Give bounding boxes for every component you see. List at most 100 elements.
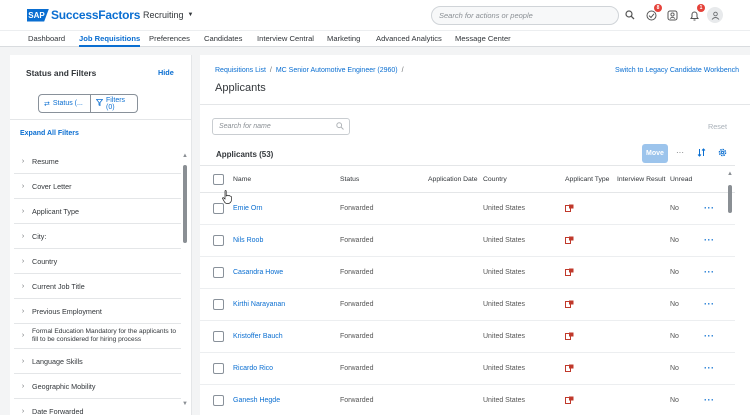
row-checkbox[interactable] (213, 235, 224, 246)
applicant-name-link[interactable]: Emie Orn (233, 205, 263, 212)
reset-button[interactable]: Reset (708, 122, 727, 131)
bell-icon[interactable]: 1 (688, 4, 705, 21)
move-button[interactable]: Move (642, 144, 668, 163)
filter-item-resume[interactable]: › Resume (14, 149, 181, 174)
filter-item-label: Language Skills (32, 356, 83, 366)
table-row[interactable]: Kristoffer Bauch Forwarded United States… (200, 321, 735, 353)
filter-item-applicant-type[interactable]: › Applicant Type (14, 199, 181, 224)
filter-item-current-job-title[interactable]: › Current Job Title (14, 274, 181, 299)
module-switcher[interactable]: Recruiting ▼ (143, 10, 193, 20)
name-search-input[interactable]: Search for name (212, 118, 350, 135)
table-row[interactable]: Ganesh Hegde Forwarded United States No … (200, 385, 735, 415)
person-icon (711, 11, 719, 20)
tab-message-center[interactable]: Message Center (455, 34, 511, 43)
row-checkbox[interactable] (213, 331, 224, 342)
global-search-input[interactable]: Search for actions or people (431, 6, 619, 25)
sort-icon[interactable] (697, 148, 706, 159)
tab-job-requisitions[interactable]: Job Requisitions (79, 34, 141, 47)
column-header-country[interactable]: Country (483, 176, 507, 183)
row-actions-icon[interactable]: ··· (704, 203, 715, 213)
people-icon[interactable] (666, 9, 678, 21)
applicant-status: Forwarded (340, 333, 374, 340)
applicant-country: United States (483, 237, 526, 244)
table-row[interactable]: Casandra Howe Forwarded United States No… (200, 257, 735, 289)
shell-header: SAP SuccessFactors Recruiting ▼ Search f… (0, 0, 750, 30)
filter-scrollbar[interactable]: ▲ ▼ (182, 153, 188, 415)
approvals-icon[interactable]: 8 (645, 4, 662, 21)
filter-item-previous-employment[interactable]: › Previous Employment (14, 299, 181, 324)
column-header-unread[interactable]: Unread (670, 176, 692, 183)
name-search-placeholder: Search for name (219, 123, 271, 130)
chevron-right-icon: › (21, 257, 25, 265)
status-toggle-button[interactable]: ⇄ Status (... (38, 94, 91, 113)
filter-item-formal-education[interactable]: › Formal Education Mandatory for the appl… (14, 324, 181, 349)
breadcrumb-separator: / (401, 67, 404, 74)
applicant-name-link[interactable]: Casandra Howe (233, 269, 283, 276)
external-applicant-icon (565, 300, 574, 308)
scroll-up-icon[interactable]: ▲ (182, 153, 188, 159)
scroll-down-icon[interactable]: ▼ (182, 401, 188, 407)
status-icon: ⇄ (44, 100, 50, 108)
external-applicant-icon (565, 236, 574, 244)
user-avatar[interactable] (707, 7, 723, 23)
applicant-country: United States (483, 365, 526, 372)
product-name: SuccessFactors (51, 8, 141, 22)
applicant-name-link[interactable]: Kristoffer Bauch (233, 333, 283, 340)
row-actions-icon[interactable]: ··· (704, 267, 715, 277)
company-logo[interactable]: SAP SuccessFactors (27, 8, 140, 22)
filter-item-city[interactable]: › City: (14, 224, 181, 249)
column-header-application-date[interactable]: Application Date (428, 176, 478, 183)
column-header-status[interactable]: Status (340, 176, 359, 183)
filters-toggle-label: Filters (0) (106, 96, 126, 111)
hide-filters-link[interactable]: Hide (158, 68, 174, 77)
tab-dashboard[interactable]: Dashboard (28, 34, 65, 43)
select-all-checkbox[interactable] (213, 174, 224, 185)
filter-item-date-forwarded[interactable]: › Date Forwarded (14, 399, 181, 415)
filter-item-geographic-mobility[interactable]: › Geographic Mobility (14, 374, 181, 399)
row-checkbox[interactable] (213, 203, 224, 214)
column-header-applicant-type[interactable]: Applicant Type (565, 176, 609, 183)
table-row[interactable]: Kirthi Narayanan Forwarded United States… (200, 289, 735, 321)
table-row[interactable]: Nils Roob Forwarded United States No ··· (200, 225, 735, 257)
row-checkbox[interactable] (213, 395, 224, 406)
filter-item-cover-letter[interactable]: › Cover Letter (14, 174, 181, 199)
breadcrumb-requisition[interactable]: MC Senior Automotive Engineer (2960) (276, 67, 398, 74)
applicant-name-link[interactable]: Ricardo Rico (233, 365, 273, 372)
table-scrollbar[interactable]: ▲ (726, 167, 734, 415)
applicant-name-link[interactable]: Kirthi Narayanan (233, 301, 285, 308)
row-checkbox[interactable] (213, 363, 224, 374)
breadcrumb-requisitions-list[interactable]: Requisitions List (215, 67, 266, 74)
search-icon[interactable] (336, 122, 344, 132)
column-header-interview-result[interactable]: Interview Result (617, 176, 665, 183)
tab-marketing[interactable]: Marketing (327, 34, 360, 43)
table-row[interactable]: Ricardo Rico Forwarded United States No … (200, 353, 735, 385)
expand-all-filters-link[interactable]: Expand All Filters (20, 130, 79, 137)
row-checkbox[interactable] (213, 267, 224, 278)
row-actions-icon[interactable]: ··· (704, 363, 715, 373)
tab-candidates[interactable]: Candidates (204, 34, 242, 43)
scrollbar-thumb[interactable] (183, 165, 187, 243)
external-applicant-icon (565, 364, 574, 372)
overflow-menu-icon[interactable]: ··· (676, 148, 684, 157)
row-actions-icon[interactable]: ··· (704, 331, 715, 341)
legacy-workbench-link[interactable]: Switch to Legacy Candidate Workbench (615, 67, 739, 74)
scroll-up-icon[interactable]: ▲ (726, 171, 734, 177)
row-actions-icon[interactable]: ··· (704, 235, 715, 245)
filter-item-language-skills[interactable]: › Language Skills (14, 349, 181, 374)
table-row[interactable]: Emie Orn Forwarded United States No ··· (200, 193, 735, 225)
row-actions-icon[interactable]: ··· (704, 299, 715, 309)
column-header-name[interactable]: Name (233, 176, 251, 183)
applicant-name-link[interactable]: Ganesh Hegde (233, 397, 280, 404)
row-actions-icon[interactable]: ··· (704, 395, 715, 405)
applicant-name-link[interactable]: Nils Roob (233, 237, 263, 244)
external-applicant-icon (565, 204, 574, 212)
filter-item-country[interactable]: › Country (14, 249, 181, 274)
tab-preferences[interactable]: Preferences (149, 34, 190, 43)
filters-toggle-button[interactable]: Filters (0) (91, 94, 138, 113)
tab-advanced-analytics[interactable]: Advanced Analytics (376, 34, 442, 43)
settings-gear-icon[interactable] (718, 148, 727, 159)
scrollbar-thumb[interactable] (728, 185, 732, 213)
search-icon[interactable] (624, 9, 636, 21)
row-checkbox[interactable] (213, 299, 224, 310)
tab-interview-central[interactable]: Interview Central (257, 34, 314, 43)
